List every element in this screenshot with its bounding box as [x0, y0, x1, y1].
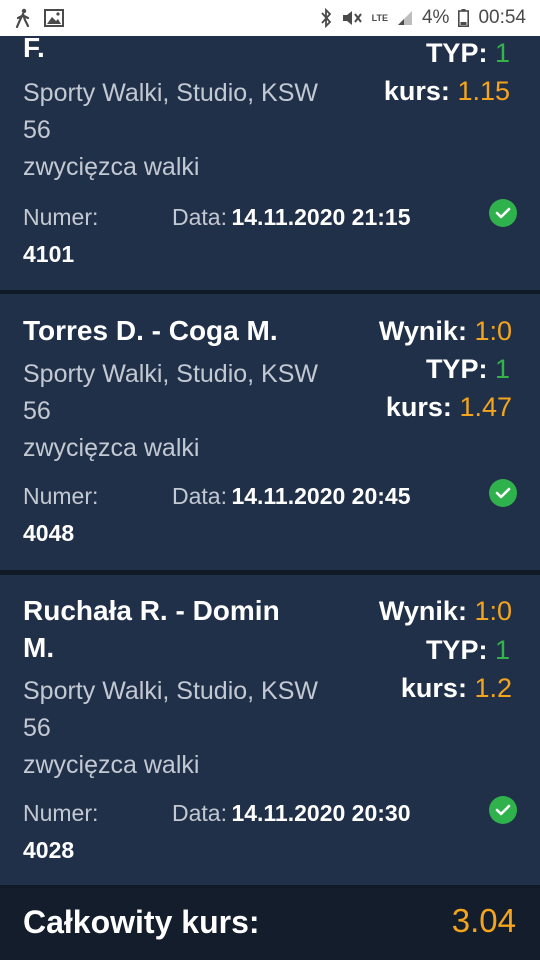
walk-icon	[14, 8, 32, 28]
check-icon	[489, 796, 517, 824]
status-right: LTE 4% 00:54	[320, 7, 526, 29]
numer-label: Numer:	[23, 800, 99, 826]
clock: 00:54	[478, 7, 526, 28]
numer-value: 4101	[23, 241, 75, 267]
bet-league: Sporty Walki, Studio, KSW	[23, 677, 318, 705]
check-icon	[489, 479, 517, 507]
kurs-value: 1.47	[459, 392, 512, 422]
bet-teams-cont: M.	[23, 632, 55, 663]
numer-label: Numer:	[23, 204, 99, 230]
data-label: Data:	[172, 800, 227, 826]
typ-label: TYP:	[425, 38, 488, 68]
typ-value: 1	[494, 354, 510, 384]
numer-value: 4048	[23, 520, 75, 546]
total-odds-label: Całkowity kurs:	[23, 904, 260, 940]
bet-teams: Ruchała R. - Domin	[23, 595, 280, 626]
bet-league-round: 56	[23, 714, 51, 742]
kurs-label: kurs:	[400, 673, 467, 703]
numer-value: 4028	[23, 837, 75, 863]
bet-wynik: Wynik: 1:0	[379, 312, 512, 350]
bet-typ: TYP: 1	[426, 34, 510, 72]
bet-league: Sporty Walki, Studio, KSW	[23, 79, 318, 107]
bet-market: zwycięzca walki	[23, 153, 200, 181]
typ-value: 1	[494, 635, 510, 665]
kurs-label: kurs:	[383, 76, 450, 106]
bet-league-round: 56	[23, 116, 51, 144]
wynik-value: 1:0	[474, 316, 512, 346]
wynik-label: Wynik:	[378, 596, 467, 626]
bluetooth-icon	[320, 8, 332, 28]
network-icon: LTE	[371, 12, 388, 23]
bet-date: Data: 14.11.2020 21:15	[172, 204, 411, 231]
wynik-label: Wynik:	[378, 316, 467, 346]
bet-kurs: kurs: 1.2	[401, 669, 512, 707]
bet-card[interactable]: Ruchała R. - Domin M. Sporty Walki, Stud…	[0, 575, 540, 885]
wynik-value: 1:0	[474, 596, 512, 626]
data-value: 14.11.2020 20:30	[231, 800, 411, 826]
check-icon	[489, 199, 517, 227]
total-odds-value: 3.04	[451, 902, 516, 939]
mute-icon	[341, 9, 363, 27]
bet-kurs: kurs: 1.15	[384, 72, 510, 110]
numer-label: Numer:	[23, 483, 99, 509]
data-label: Data:	[172, 204, 227, 230]
bet-card[interactable]: F. Sporty Walki, Studio, KSW 56 zwycięzc…	[0, 32, 540, 290]
bet-league-round: 56	[23, 397, 51, 425]
data-label: Data:	[172, 483, 227, 509]
bet-date: Data: 14.11.2020 20:30	[172, 800, 411, 827]
bet-kurs: kurs: 1.47	[386, 388, 512, 426]
data-value: 14.11.2020 20:45	[231, 483, 411, 509]
typ-value: 1	[494, 38, 510, 68]
kurs-label: kurs:	[385, 392, 452, 422]
bet-market: zwycięzca walki	[23, 751, 200, 779]
kurs-value: 1.15	[457, 76, 510, 106]
bet-market: zwycięzca walki	[23, 434, 200, 462]
bet-wynik: Wynik: 1:0	[379, 592, 512, 630]
data-value: 14.11.2020 21:15	[231, 204, 411, 230]
battery-icon	[458, 9, 470, 27]
status-left	[14, 8, 64, 28]
bet-date: Data: 14.11.2020 20:45	[172, 483, 411, 510]
bet-teams: F.	[23, 32, 45, 63]
status-bar: LTE 4% 00:54	[0, 0, 540, 36]
typ-label: TYP:	[425, 354, 488, 384]
bet-card[interactable]: Torres D. - Coga M. Sporty Walki, Studio…	[0, 294, 540, 570]
battery-percent: 4%	[421, 7, 450, 28]
bet-typ: TYP: 1	[426, 350, 510, 388]
kurs-value: 1.2	[474, 673, 512, 703]
signal-icon	[397, 10, 413, 26]
bet-league: Sporty Walki, Studio, KSW	[23, 360, 318, 388]
bet-teams: Torres D. - Coga M.	[23, 315, 278, 346]
bet-typ: TYP: 1	[426, 631, 510, 669]
typ-label: TYP:	[425, 635, 488, 665]
total-odds-bar: Całkowity kurs: 3.04	[0, 888, 540, 960]
image-icon	[44, 9, 64, 27]
